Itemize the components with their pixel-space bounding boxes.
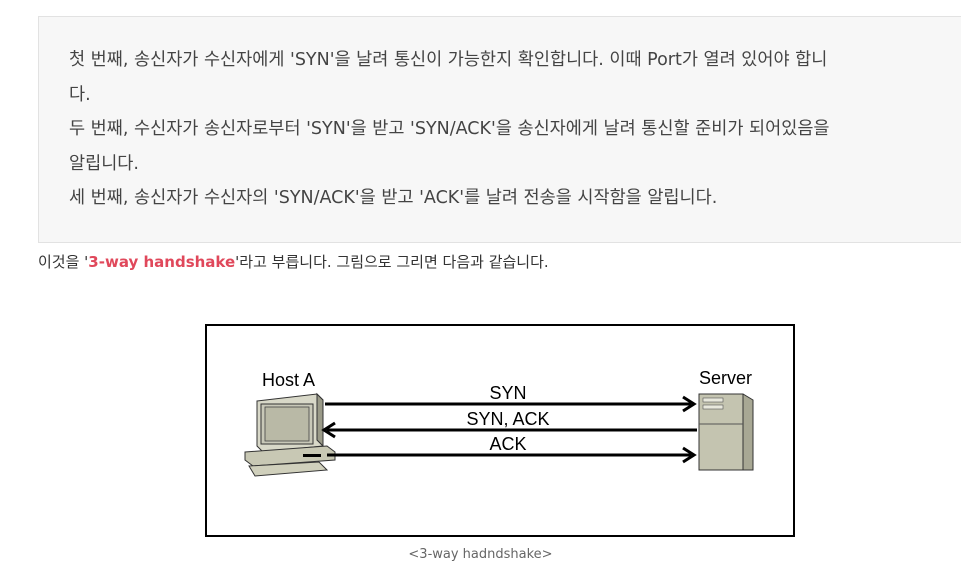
handshake-diagram: Host A Server SYN SYN, ACK ACK: [205, 324, 795, 537]
intro-paragraph: 이것을 '3-way handshake'라고 부릅니다. 그림으로 그리면 다…: [38, 250, 549, 274]
intro-text-after: '라고 부릅니다. 그림으로 그리면 다음과 같습니다.: [235, 253, 549, 271]
computer-icon: [244, 392, 336, 477]
highlight-term: 3-way handshake: [88, 253, 236, 271]
message-label-ack: ACK: [489, 434, 526, 454]
intro-text-before: 이것을 ': [38, 253, 89, 271]
quote-line-5: 세 번째, 송신자가 수신자의 'SYN/ACK'을 받고 'ACK'를 날려 …: [69, 188, 718, 208]
diagram-canvas: Host A Server SYN SYN, ACK ACK: [244, 368, 754, 477]
server-label: Server: [699, 368, 752, 388]
host-label: Host A: [262, 370, 315, 390]
quote-line-2: 다.: [69, 84, 91, 105]
message-label-syn: SYN: [489, 383, 526, 403]
server-icon: [698, 393, 754, 471]
blockquote: 첫 번째, 송신자가 수신자에게 'SYN'을 날려 통신이 가능한지 확인합니…: [38, 16, 961, 243]
message-label-syn-ack: SYN, ACK: [466, 409, 549, 429]
quote-line-4: 알립니다.: [69, 153, 139, 174]
quote-line-3: 두 번째, 수신자가 송신자로부터 'SYN'을 받고 'SYN/ACK'을 송…: [69, 119, 830, 139]
quote-line-1: 첫 번째, 송신자가 수신자에게 'SYN'을 날려 통신이 가능한지 확인합니…: [69, 50, 828, 70]
